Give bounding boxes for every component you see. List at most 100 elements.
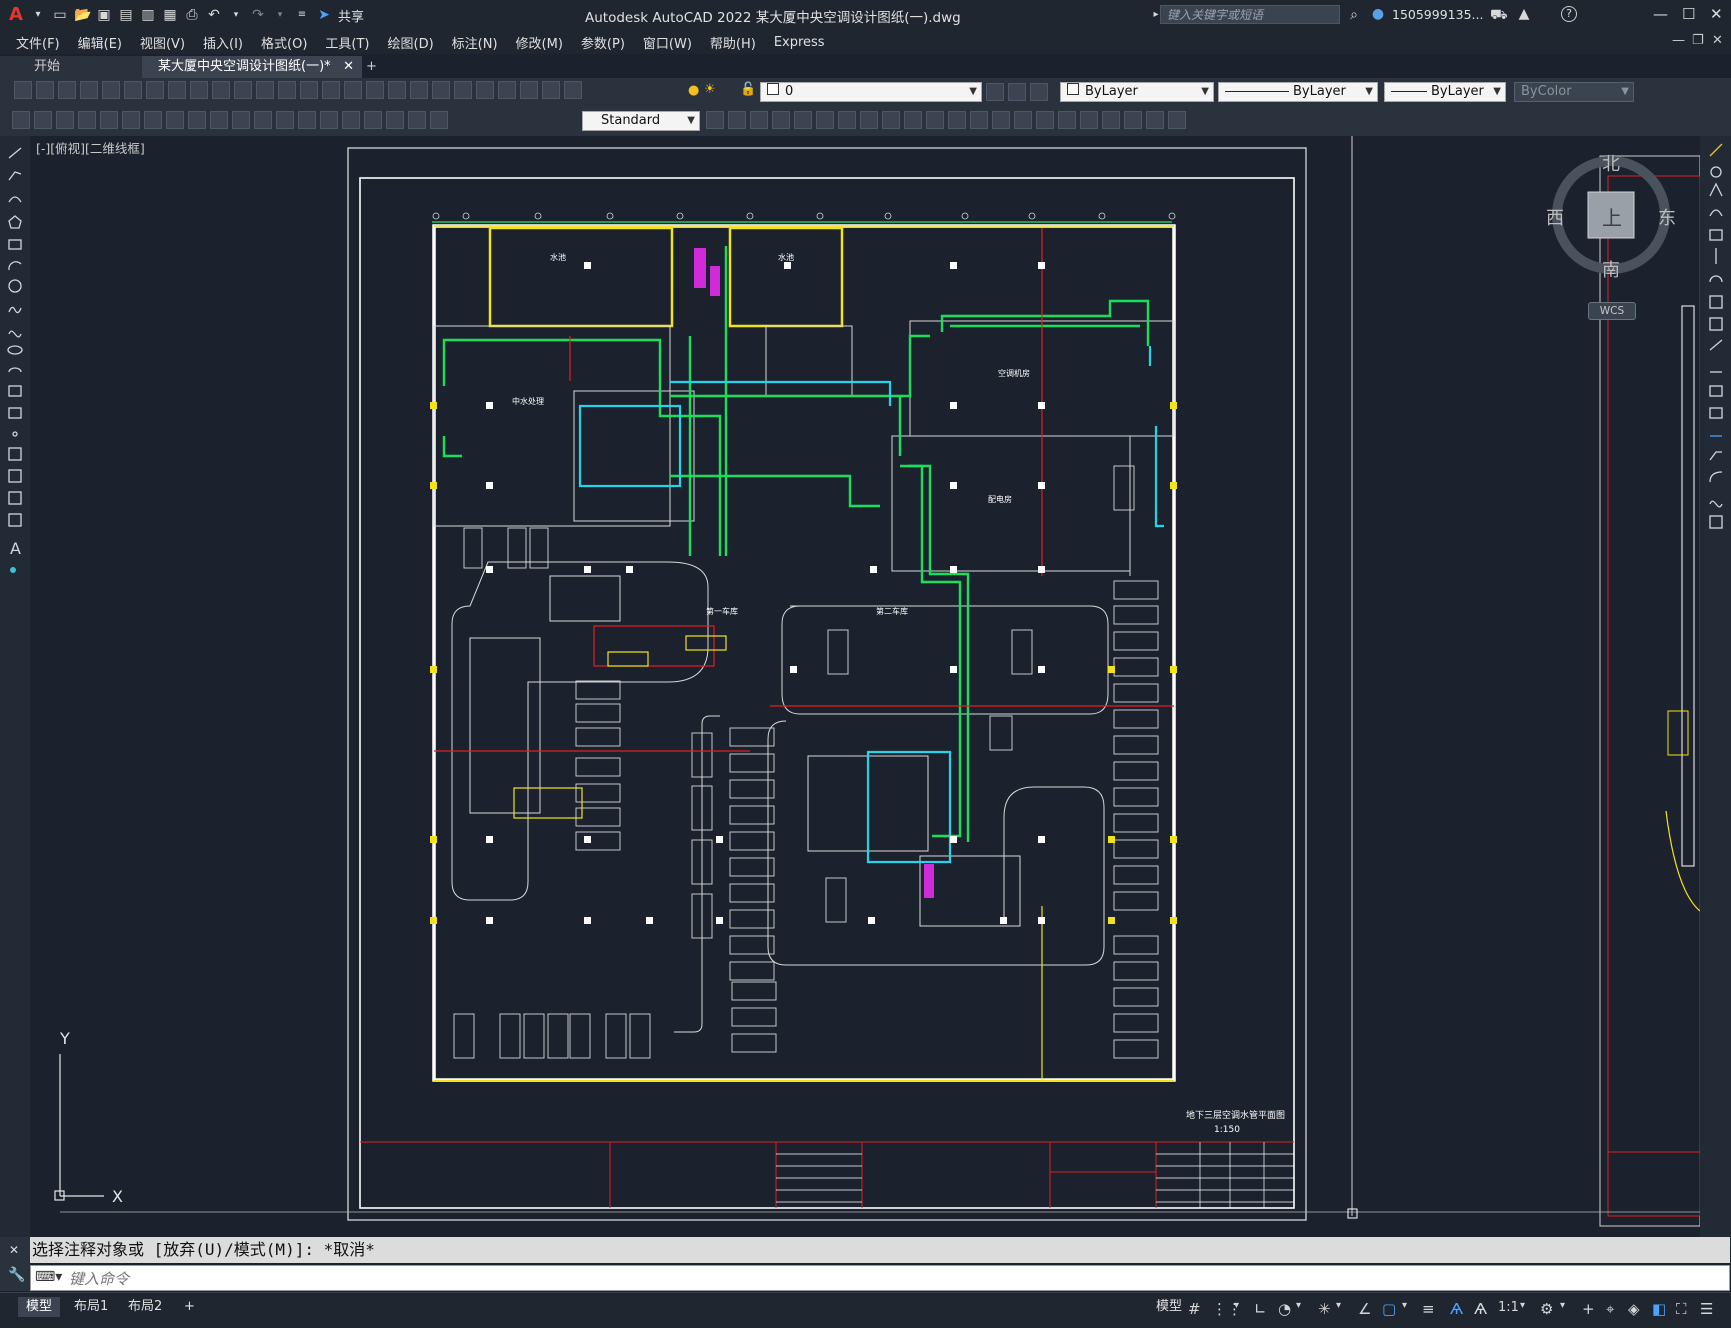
maximize-window-icon[interactable]: ☐ bbox=[1682, 5, 1695, 23]
ortho-icon[interactable]: ∟ bbox=[1254, 1300, 1267, 1318]
tb-undo-icon[interactable] bbox=[278, 81, 296, 99]
redo-dropdown-icon[interactable]: ▾ bbox=[272, 7, 288, 23]
make-current-layer-icon[interactable] bbox=[986, 83, 1004, 101]
viewcube-east[interactable]: 东 bbox=[1658, 204, 1676, 230]
menu-help[interactable]: 帮助(H) bbox=[704, 33, 768, 52]
plot-icon[interactable]: ⎙ bbox=[184, 7, 200, 23]
command-close-icon[interactable]: ✕ bbox=[9, 1243, 19, 1257]
viewport-controls[interactable]: [-][俯视][二维线框] bbox=[36, 138, 145, 157]
tb-trim-icon[interactable] bbox=[904, 111, 922, 129]
doc-minimize-icon[interactable]: — bbox=[1672, 33, 1685, 48]
viewcube-west[interactable]: 西 bbox=[1546, 204, 1564, 230]
menu-modify[interactable]: 修改(M) bbox=[510, 33, 575, 52]
search-input[interactable]: 键入关键字或短语 bbox=[1160, 5, 1340, 24]
layout-tab-model[interactable]: 模型 bbox=[18, 1297, 61, 1317]
menu-edit[interactable]: 编辑(E) bbox=[72, 33, 134, 52]
fillet-icon[interactable] bbox=[1709, 471, 1723, 483]
menu-tools[interactable]: 工具(T) bbox=[319, 33, 381, 52]
workspace-gear-icon[interactable]: ⚙ bbox=[1540, 1300, 1553, 1318]
command-input[interactable] bbox=[67, 1268, 1571, 1290]
tb-fillet-icon[interactable] bbox=[1014, 111, 1032, 129]
doc-restore-icon[interactable]: ❐ bbox=[1692, 33, 1704, 48]
annotation-visibility-icon[interactable]: Ѧ bbox=[1450, 1300, 1463, 1318]
stretch-icon[interactable] bbox=[1709, 317, 1723, 331]
layout-tab-2[interactable]: 布局2 bbox=[120, 1297, 170, 1317]
tb-dim-break-icon[interactable] bbox=[276, 111, 294, 129]
color-dropdown[interactable]: ByLayer ▼ bbox=[1060, 82, 1214, 102]
menu-dimension[interactable]: 标注(N) bbox=[446, 33, 510, 52]
plotstyle-dropdown[interactable]: ByColor ▼ bbox=[1514, 82, 1634, 102]
customization-icon[interactable]: ☰ bbox=[1700, 1300, 1713, 1318]
command-line-handle[interactable]: ✕ 🔧 bbox=[0, 1237, 30, 1291]
layer-bulb-icon[interactable]: ● bbox=[688, 83, 699, 98]
gradient-tool-icon[interactable] bbox=[8, 469, 22, 483]
blend-curves-icon[interactable] bbox=[1709, 500, 1723, 508]
tb-zoom-previous-icon[interactable] bbox=[388, 81, 406, 99]
tb-dim-text-edit-icon[interactable] bbox=[408, 111, 426, 129]
tb-calculator-icon[interactable] bbox=[520, 81, 538, 99]
tb-array-icon[interactable] bbox=[794, 111, 812, 129]
tb-3d-print-icon[interactable] bbox=[146, 81, 164, 99]
user-icon[interactable]: ● bbox=[1370, 6, 1386, 22]
tb-group-icon[interactable] bbox=[1080, 111, 1098, 129]
construction-line-icon[interactable] bbox=[8, 171, 22, 181]
menu-insert[interactable]: 插入(I) bbox=[197, 33, 255, 52]
autocad-logo-icon[interactable]: A bbox=[8, 6, 24, 24]
tb-join-icon[interactable] bbox=[970, 111, 988, 129]
doc-close-icon[interactable]: ✕ bbox=[1712, 33, 1723, 48]
tb-redo-icon[interactable] bbox=[300, 81, 318, 99]
layer-previous-icon[interactable] bbox=[1008, 83, 1026, 101]
tb-ungroup-icon[interactable] bbox=[1102, 111, 1120, 129]
tb-save-icon[interactable] bbox=[58, 81, 76, 99]
menu-format[interactable]: 格式(O) bbox=[255, 33, 319, 52]
model-space-canvas[interactable]: 水池 水池 中水处理 空调机房 配电房 第一车库 第二车库 地下三层空调水管平面… bbox=[30, 136, 1700, 1236]
tb-inspect-icon[interactable] bbox=[342, 111, 360, 129]
insert-block-tool-icon[interactable] bbox=[8, 385, 22, 397]
tb-dim-edit-icon[interactable] bbox=[386, 111, 404, 129]
clean-screen-icon[interactable]: ⛶ bbox=[1676, 1300, 1687, 1318]
join-icon[interactable] bbox=[1709, 407, 1723, 419]
tb-quick-dim-icon[interactable] bbox=[188, 111, 206, 129]
tb-properties-icon[interactable] bbox=[410, 81, 428, 99]
explode-icon[interactable] bbox=[1709, 515, 1723, 529]
make-block-tool-icon[interactable] bbox=[8, 407, 22, 419]
help-icon[interactable]: ? bbox=[1561, 6, 1577, 22]
viewcube-north[interactable]: 北 bbox=[1602, 150, 1620, 176]
tb-zoom-window-icon[interactable] bbox=[366, 81, 384, 99]
tb-dim-update-icon[interactable] bbox=[430, 111, 448, 129]
viewcube-south[interactable]: 南 bbox=[1602, 256, 1620, 282]
tb-design-center-icon[interactable] bbox=[432, 81, 450, 99]
redo-icon[interactable]: ↷ bbox=[250, 7, 266, 23]
polyline-tool-icon[interactable] bbox=[8, 196, 22, 203]
line-tool-icon[interactable] bbox=[8, 147, 22, 159]
tb-mirror-icon[interactable] bbox=[750, 111, 768, 129]
tb-copy-obj-icon[interactable] bbox=[728, 111, 746, 129]
new-file-icon[interactable]: ▭ bbox=[52, 7, 68, 23]
tb-dim-linear-icon[interactable] bbox=[12, 111, 30, 129]
tb-dim-jogged-icon[interactable] bbox=[122, 111, 140, 129]
viewcube[interactable]: 北 南 西 东 上 bbox=[1546, 154, 1676, 281]
undo-icon[interactable]: ↶ bbox=[206, 7, 222, 23]
menu-window[interactable]: 窗口(W) bbox=[637, 33, 704, 52]
tb-dim-style-icon[interactable] bbox=[706, 111, 724, 129]
circle-tool-icon[interactable] bbox=[8, 279, 22, 293]
layer-lock-icon[interactable]: 🔓 bbox=[740, 82, 756, 97]
hardware-acceleration-icon[interactable]: ◈ bbox=[1628, 1300, 1640, 1318]
tab-active-drawing[interactable]: 某大厦中央空调设计图纸(一)* ✕ bbox=[142, 56, 362, 78]
tb-dim-arc-icon[interactable] bbox=[56, 111, 74, 129]
arc-tool-icon[interactable] bbox=[8, 261, 22, 271]
tb-dim-angular-icon[interactable] bbox=[166, 111, 184, 129]
menu-file[interactable]: 文件(F) bbox=[0, 33, 72, 52]
tb-insert-block-icon[interactable] bbox=[1168, 111, 1186, 129]
polar-icon[interactable]: ◔ bbox=[1278, 1300, 1291, 1318]
polar-dropdown-icon[interactable]: ▾ bbox=[1296, 1300, 1301, 1311]
annotation-scale-dropdown-icon[interactable]: ▾ bbox=[1520, 1300, 1525, 1311]
search-icon[interactable]: ⌕ bbox=[1346, 7, 1362, 23]
tab-start[interactable]: 开始 bbox=[0, 56, 150, 78]
share-button[interactable]: 共享 bbox=[338, 6, 364, 25]
mtext-tool-icon[interactable]: A bbox=[10, 539, 21, 558]
tb-paste-icon[interactable] bbox=[212, 81, 230, 99]
tb-zoom-realtime-icon[interactable] bbox=[344, 81, 362, 99]
layer-dropdown[interactable]: 0 ▼ bbox=[760, 82, 982, 102]
linetype-dropdown[interactable]: ByLayer ▼ bbox=[1218, 82, 1378, 102]
